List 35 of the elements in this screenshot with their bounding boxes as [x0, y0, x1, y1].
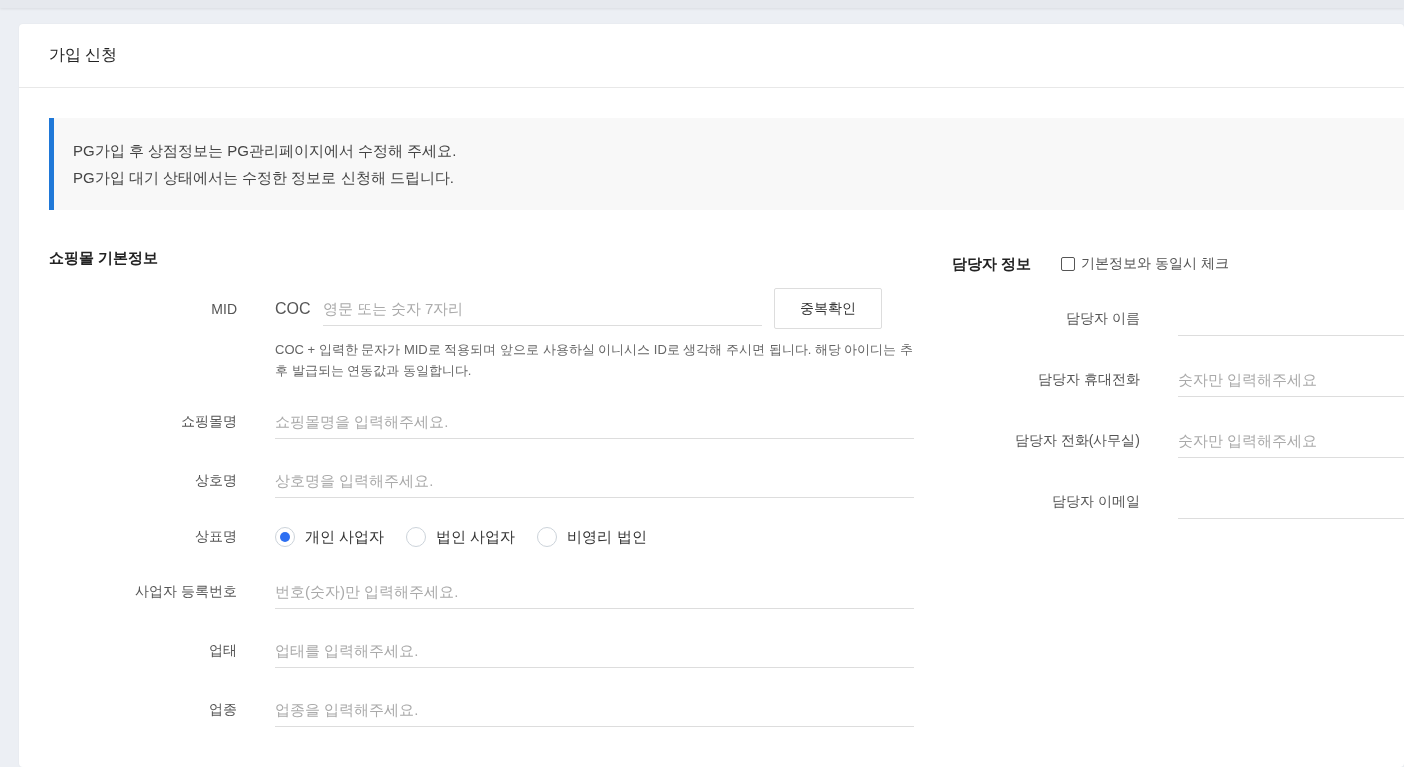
field-label: 상표명 [195, 528, 237, 546]
field-label: 상호명 [195, 471, 237, 490]
text-field[interactable]: 번호(숫자)만 입력해주세요. [275, 574, 914, 609]
field-label: 업종 [209, 700, 237, 719]
notice-text: PG가입 후 상점정보는 PG관리페이지에서 수정해 주세요. [73, 141, 457, 161]
field-label: 담당자 이메일 [1052, 492, 1140, 511]
radio-button[interactable] [537, 527, 558, 547]
duplicate-check-button[interactable]: 중복확인 [773, 288, 882, 329]
text-field[interactable]: 숫자만 입력해주세요 [1178, 423, 1404, 458]
checkbox[interactable] [1061, 257, 1076, 271]
radio-button[interactable] [406, 527, 427, 547]
field-label: 담당자 휴대전화 [1038, 370, 1140, 389]
radio-label: 법인 사업자 [436, 527, 516, 547]
section-title: 쇼핑몰 기본정보 [49, 248, 159, 268]
text-field[interactable]: 쇼핑몰명을 입력해주세요. [275, 404, 914, 439]
help-text: COC + 입력한 문자가 MID로 적용되며 앞으로 사용하실 이니시스 ID로 생각해 주시면 됩니다. 해당 아이디는 추후 발급되는 연동값과 동일합니다. [275, 341, 914, 380]
text-field[interactable]: 업종을 입력해주세요. [275, 692, 914, 727]
field-label: 업태 [209, 641, 237, 660]
text-field[interactable]: 숫자만 입력해주세요 [1178, 362, 1404, 397]
text-field[interactable]: 영문 또는 숫자 7자리 [322, 291, 762, 326]
id-prefix: COC [275, 299, 311, 318]
text-field[interactable]: 업태를 입력해주세요. [275, 633, 914, 668]
text-field[interactable]: 상호명을 입력해주세요. [275, 463, 914, 498]
radio-label: 비영리 법인 [567, 527, 647, 547]
radio-label: 개인 사업자 [305, 527, 385, 547]
field-label: 담당자 이름 [1066, 309, 1140, 328]
field-label: 사업자 등록번호 [135, 582, 237, 601]
field-label: MID [211, 300, 237, 317]
radio-button[interactable] [275, 527, 295, 547]
notice-text: PG가입 대기 상태에서는 수정한 정보로 신청해 드립니다. [73, 168, 454, 188]
section-title: 담당자 정보 [952, 254, 1032, 274]
field-label: 쇼핑몰명 [181, 412, 237, 431]
field-label: 담당자 전화(사무실) [1014, 431, 1140, 450]
checkbox-label: 기본정보와 동일시 체크 [1081, 255, 1229, 273]
card-title: 가입 신청 [49, 45, 118, 65]
